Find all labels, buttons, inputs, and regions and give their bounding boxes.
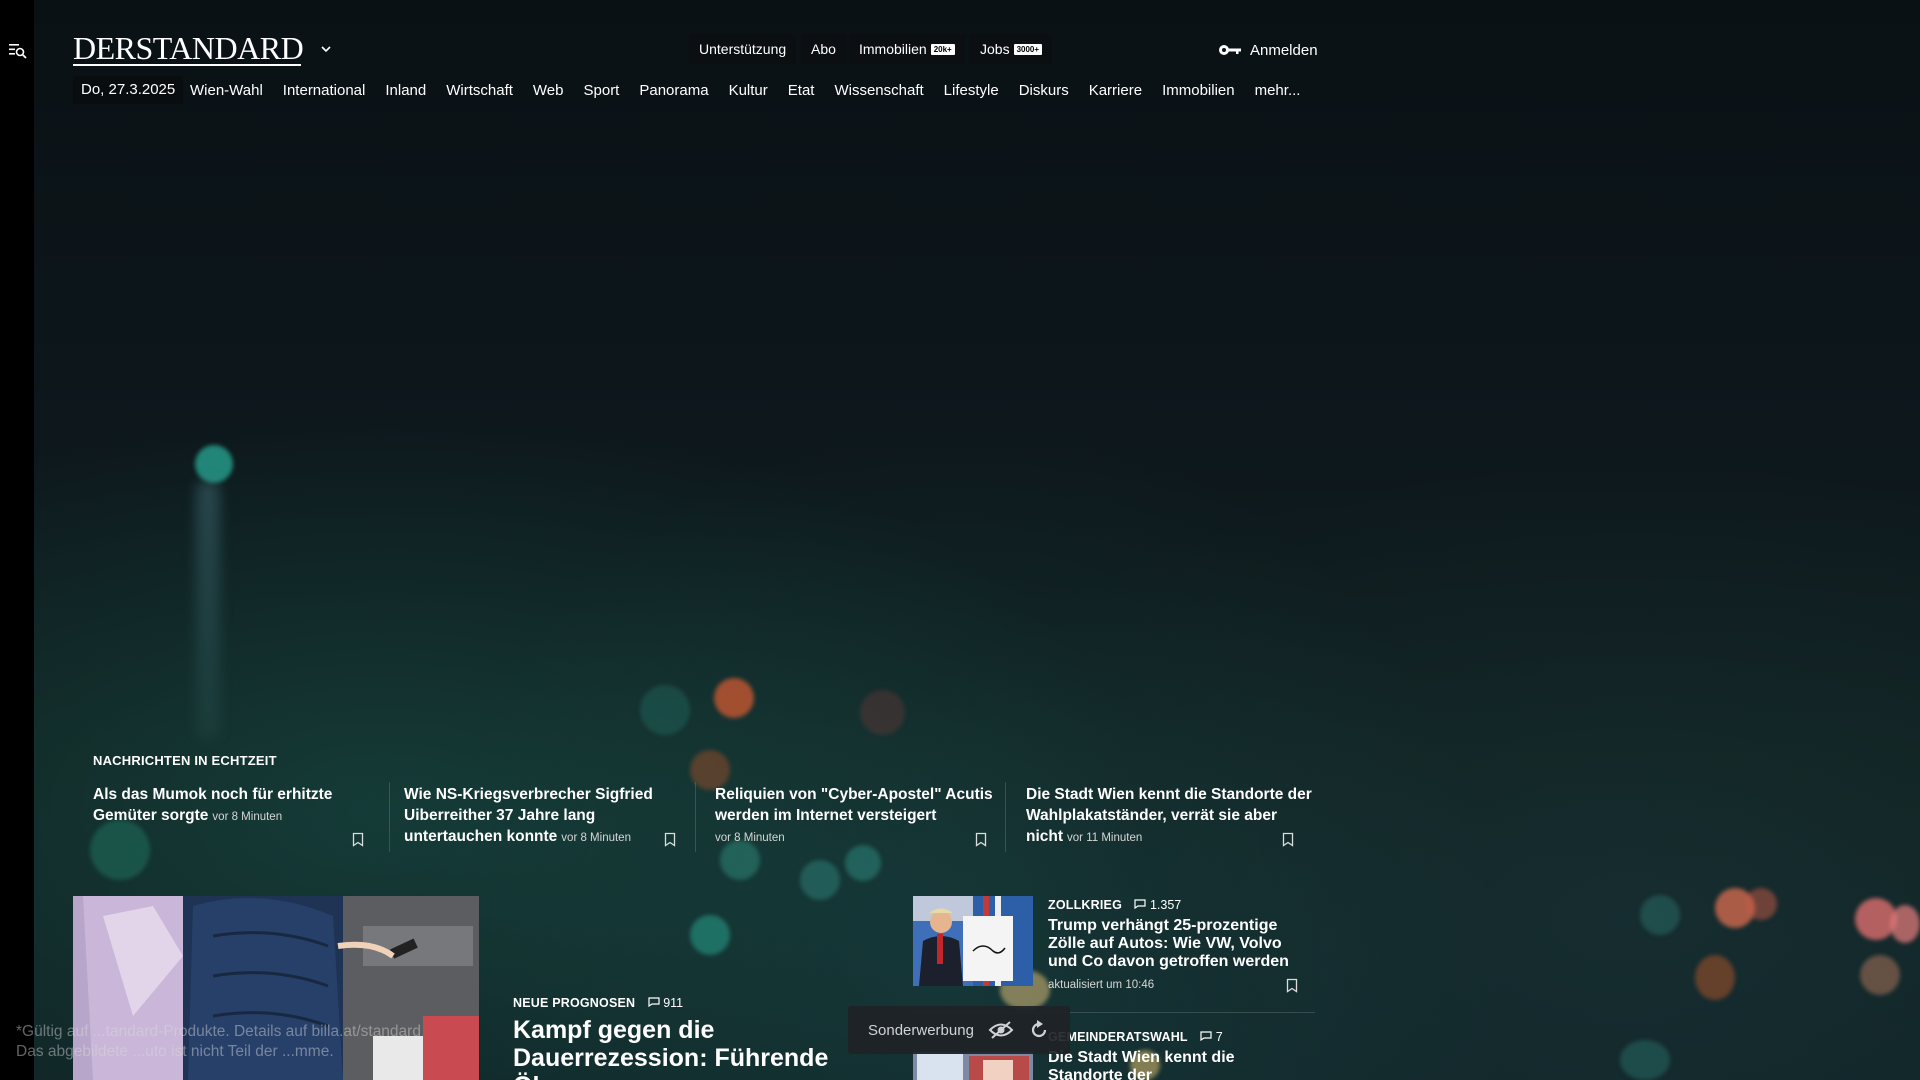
bokeh-light: [845, 845, 881, 881]
wahl-photo: [913, 1052, 1033, 1080]
bookmark-icon[interactable]: [975, 832, 987, 847]
nav-item-wissenschaft[interactable]: Wissenschaft: [834, 82, 923, 99]
side-article-kicker-row: GEMEINDERATSWAHL 7: [1048, 1028, 1223, 1046]
realtime-item-title: Reliquien von "Cyber-Apostel" Acutis wer…: [715, 786, 993, 824]
support-link[interactable]: Unterstützung: [689, 34, 797, 64]
realtime-item-time: vor 11 Minuten: [1067, 832, 1143, 844]
comment-icon: [648, 997, 660, 1008]
key-icon: [1219, 45, 1241, 55]
nav-item-immobilien[interactable]: Immobilien: [1162, 82, 1235, 99]
comment-count[interactable]: 911: [648, 996, 683, 1010]
comment-count[interactable]: 7: [1200, 1030, 1223, 1044]
login-label: Anmelden: [1250, 41, 1318, 59]
bokeh-light: [640, 685, 690, 735]
nav-item-wien-wahl[interactable]: Wien-Wahl: [190, 82, 263, 99]
ad-disclaimer-line: *Gültig auf ...tandard-Produkte. Details…: [16, 1023, 421, 1040]
divider: [695, 782, 696, 852]
bokeh-light: [1640, 895, 1680, 935]
bokeh-light: [90, 820, 150, 880]
side-article-kicker: ZOLLKRIEG: [1048, 898, 1123, 912]
bokeh-light: [1890, 905, 1920, 943]
abo-link[interactable]: Abo: [801, 34, 846, 64]
current-date: Do, 27.3.2025: [73, 76, 184, 104]
logo-underline: [73, 64, 301, 66]
side-article-title[interactable]: Die Stadt Wien kennt die Standorte der: [1048, 1049, 1298, 1080]
ad-disclaimer-line: Das abgebildete ...uto ist nicht Teil de…: [16, 1043, 334, 1060]
realtime-item[interactable]: Als das Mumok noch für erhitzte Gemüter …: [93, 784, 383, 828]
bokeh-light: [1860, 955, 1900, 995]
bokeh-light: [1695, 955, 1735, 1000]
nav-item-etat[interactable]: Etat: [788, 82, 815, 99]
divider: [1005, 782, 1006, 852]
jobs-link-label: Jobs: [980, 41, 1010, 57]
hide-ad-icon[interactable]: [988, 1020, 1014, 1040]
comment-icon: [1200, 1031, 1212, 1042]
bokeh-light: [690, 915, 730, 955]
realtime-item[interactable]: Wie NS-Kriegsverbrecher Sigfried Uiberre…: [404, 784, 694, 849]
menu-search-icon[interactable]: [9, 43, 27, 59]
side-article-image[interactable]: [913, 1052, 1033, 1080]
jobs-count-badge: 3000+: [1013, 44, 1043, 55]
bokeh-light: [1620, 1040, 1670, 1080]
nav-item-kultur[interactable]: Kultur: [729, 82, 768, 99]
ad-disclaimer: *Gültig auf ...tandard-Produkte. Details…: [16, 1022, 421, 1062]
bokeh-light: [800, 860, 840, 900]
lead-article-kicker-row: NEUE PROGNOSEN 911: [513, 994, 683, 1012]
nav-item-lifestyle[interactable]: Lifestyle: [944, 82, 999, 99]
nav-item-diskurs[interactable]: Diskurs: [1019, 82, 1069, 99]
abo-link-label: Abo: [811, 41, 836, 57]
left-sidebar-strip: [0, 0, 34, 1080]
ad-label: Sonderwerbung: [868, 1021, 974, 1039]
nav-item-web[interactable]: Web: [533, 82, 564, 99]
side-article-kicker-row: ZOLLKRIEG 1.357: [1048, 896, 1181, 914]
realtime-item[interactable]: Reliquien von "Cyber-Apostel" Acutis wer…: [715, 784, 1005, 849]
comment-count[interactable]: 1.357: [1134, 898, 1181, 912]
reload-icon[interactable]: [1028, 1019, 1050, 1041]
support-link-label: Unterstützung: [699, 41, 787, 57]
lead-article-kicker: NEUE PROGNOSEN: [513, 996, 636, 1010]
site-logo[interactable]: DERSTANDARD: [73, 30, 304, 67]
nav-item-sport[interactable]: Sport: [584, 82, 620, 99]
chevron-down-icon[interactable]: [320, 44, 332, 54]
nav-item-karriere[interactable]: Karriere: [1089, 82, 1142, 99]
nav-item-panorama[interactable]: Panorama: [639, 82, 708, 99]
comment-count-value: 911: [663, 996, 684, 1010]
special-ad-bar: Sonderwerbung: [848, 1006, 1070, 1054]
bokeh-light: [195, 445, 233, 483]
bokeh-light: [860, 690, 905, 735]
immobilien-link-label: Immobilien: [859, 41, 927, 57]
login-button[interactable]: Anmelden: [1218, 38, 1318, 62]
bookmark-icon[interactable]: [352, 832, 364, 847]
immobilien-link[interactable]: Immobilien 20k+: [849, 34, 965, 64]
immobilien-count-badge: 20k+: [930, 44, 955, 55]
lead-article-title[interactable]: Kampf gegen die Dauerrezession: Führende…: [513, 1016, 843, 1080]
nav-item-more[interactable]: mehr...: [1255, 82, 1301, 99]
bookmark-icon[interactable]: [1282, 832, 1294, 847]
side-article-image[interactable]: [913, 896, 1033, 986]
realtime-item[interactable]: Die Stadt Wien kennt die Standorte der W…: [1026, 784, 1316, 849]
bokeh-light: [714, 678, 754, 718]
nav-item-wirtschaft[interactable]: Wirtschaft: [446, 82, 513, 99]
nav-item-international[interactable]: International: [283, 82, 366, 99]
side-article-meta: aktualisiert um 10:46: [1048, 979, 1155, 991]
bokeh-light: [196, 480, 220, 740]
jobs-link[interactable]: Jobs 3000+: [970, 34, 1053, 64]
bookmark-icon[interactable]: [664, 832, 676, 847]
comment-icon: [1134, 899, 1147, 910]
realtime-item-time: vor 8 Minuten: [212, 811, 283, 823]
section-nav: Wien-Wahl International Inland Wirtschaf…: [190, 76, 1320, 104]
side-article-title[interactable]: Trump verhängt 25-prozentige Zölle auf A…: [1048, 917, 1298, 971]
bookmark-icon[interactable]: [1286, 978, 1298, 993]
nav-item-inland[interactable]: Inland: [385, 82, 426, 99]
comment-count-value: 1.357: [1149, 898, 1182, 912]
divider: [389, 782, 390, 852]
comment-count-value: 7: [1215, 1030, 1223, 1044]
realtime-heading: NACHRICHTEN IN ECHTZEIT: [93, 753, 277, 768]
realtime-item-time: vor 8 Minuten: [561, 832, 631, 844]
realtime-item-time: vor 8 Minuten: [715, 832, 785, 844]
bokeh-light: [1745, 888, 1777, 920]
trump-photo: [913, 896, 1033, 986]
